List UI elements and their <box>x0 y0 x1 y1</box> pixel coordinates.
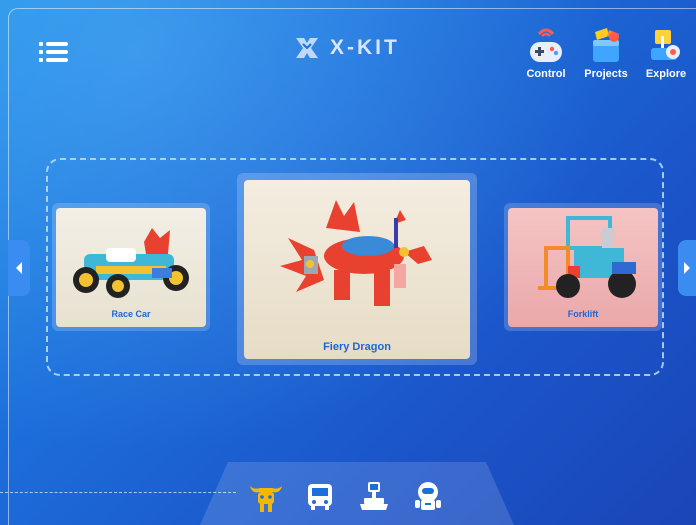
control-label: Control <box>526 68 566 80</box>
bottom-nav-bus[interactable] <box>302 478 338 514</box>
card-fiery-dragon[interactable]: Fiery Dragon <box>237 173 477 365</box>
race-car-label: Race Car <box>111 309 151 319</box>
fiery-dragon-label: Fiery Dragon <box>323 341 391 353</box>
explore-label: Explore <box>645 68 687 80</box>
bull-icon <box>250 486 282 512</box>
logo-text: X-KIT <box>330 36 400 59</box>
bus-icon <box>308 484 332 510</box>
gamepad-icon <box>530 28 562 62</box>
projects-label: Projects <box>584 68 628 80</box>
chevron-right-icon <box>684 262 690 274</box>
next-arrow-button[interactable] <box>678 240 696 296</box>
card-forklift[interactable]: Forklift <box>504 203 662 331</box>
bottom-nav-bull[interactable] <box>248 478 284 514</box>
forklift-image: Forklift <box>508 208 658 327</box>
astronaut-robot-icon <box>415 482 441 510</box>
fiery-dragon-image-art <box>280 200 432 306</box>
prev-arrow-button[interactable] <box>8 240 30 296</box>
forklift-label: Forklift <box>567 309 599 319</box>
race-car-image: Race Car <box>56 208 206 327</box>
top-actions: Control Projects Explore <box>520 26 692 80</box>
bottom-nav-robot[interactable] <box>410 478 446 514</box>
fiery-dragon-image: Fiery Dragon <box>244 180 470 359</box>
x-kit-logo-icon <box>296 38 318 58</box>
explore-button[interactable]: Explore <box>640 26 692 80</box>
projects-box-icon <box>593 28 619 62</box>
projects-button[interactable]: Projects <box>580 26 632 80</box>
hamburger-icon <box>39 42 68 62</box>
card-race-car[interactable]: Race Car <box>52 203 210 331</box>
explore-flag-icon <box>651 30 680 60</box>
chevron-left-icon <box>16 262 22 274</box>
bottom-nav-tank[interactable] <box>356 478 392 514</box>
tank-robot-icon <box>360 482 388 510</box>
app-logo: X-KIT <box>294 36 400 60</box>
menu-button[interactable] <box>36 38 72 66</box>
control-button[interactable]: Control <box>520 26 572 80</box>
app-screen: X-KIT Control Projects Explore Race Car … <box>0 0 696 525</box>
